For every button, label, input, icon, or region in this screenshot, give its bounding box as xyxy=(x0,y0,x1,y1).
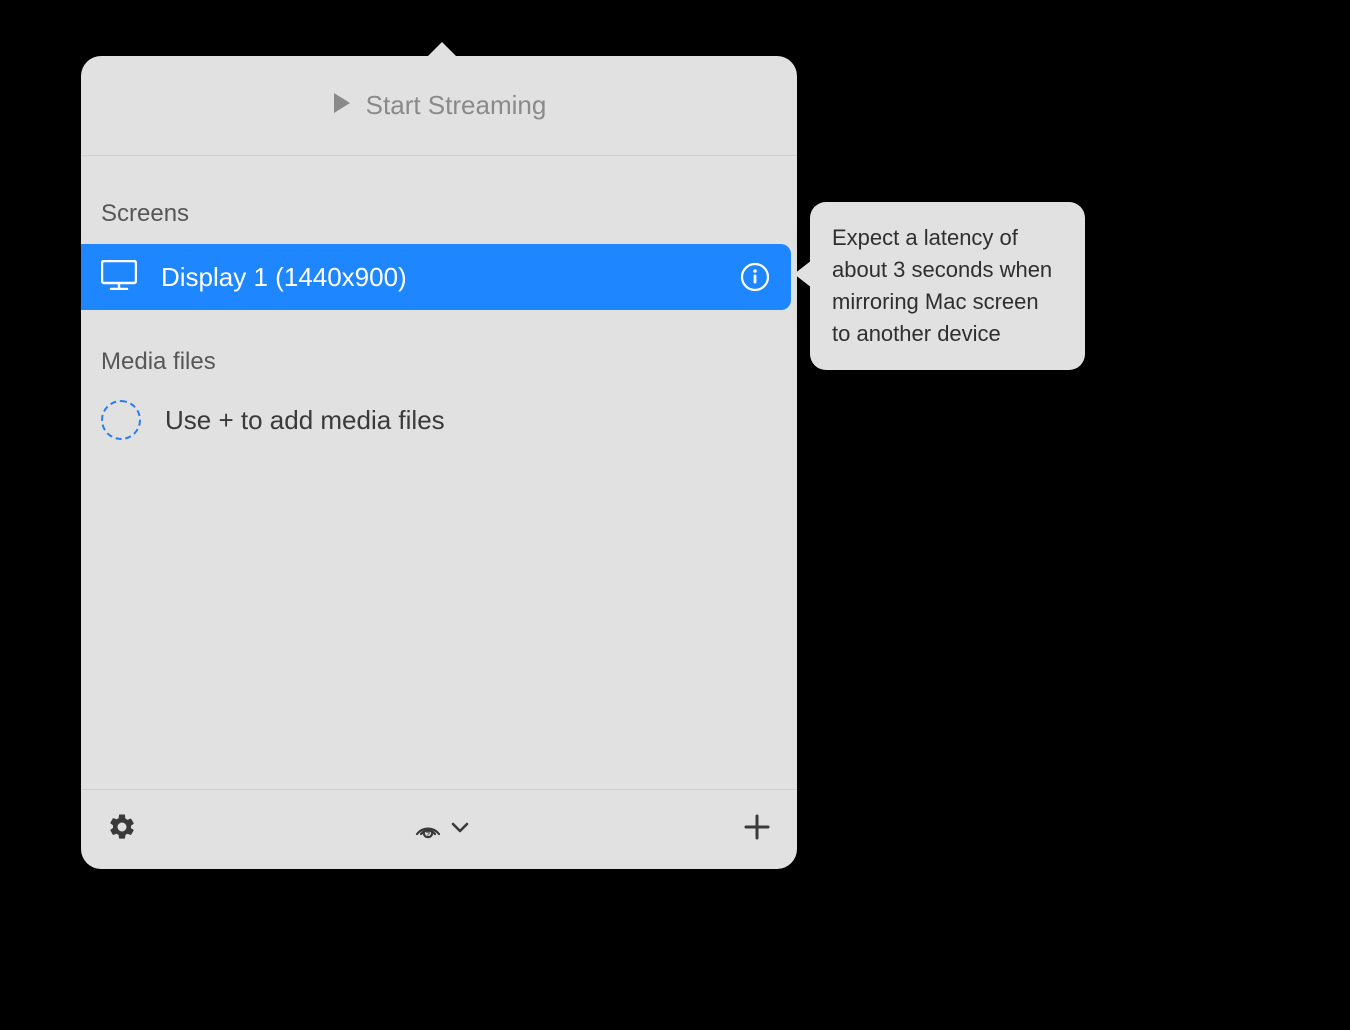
settings-button[interactable] xyxy=(107,812,137,847)
streaming-panel: Start Streaming Screens Display 1 (1440x… xyxy=(81,56,797,869)
screen-row-display1[interactable]: Display 1 (1440x900) xyxy=(81,244,791,310)
media-empty-row: Use + to add media files xyxy=(81,392,797,448)
latency-tooltip: Expect a latency of about 3 seconds when… xyxy=(810,202,1085,370)
add-button[interactable] xyxy=(743,813,771,846)
plus-icon xyxy=(743,813,771,846)
svg-text:?: ? xyxy=(426,832,430,839)
media-section: Media files Use + to add media files xyxy=(81,348,797,448)
display-icon xyxy=(101,260,137,295)
start-streaming-button[interactable]: Start Streaming xyxy=(81,56,797,156)
popover-arrow xyxy=(426,42,458,58)
screen-row-label: Display 1 (1440x900) xyxy=(161,262,739,293)
screens-section-label: Screens xyxy=(81,200,797,228)
info-icon[interactable] xyxy=(739,261,771,293)
tooltip-arrow xyxy=(794,260,812,288)
cast-target-icon: ? xyxy=(411,810,445,849)
gear-icon xyxy=(107,812,137,847)
device-selector-button[interactable]: ? xyxy=(411,810,469,849)
media-hint-label: Use + to add media files xyxy=(165,405,445,436)
panel-footer: ? xyxy=(81,789,797,869)
start-streaming-label: Start Streaming xyxy=(366,90,547,121)
media-section-label: Media files xyxy=(81,348,797,376)
dashed-circle-icon xyxy=(101,400,141,440)
chevron-down-icon xyxy=(451,821,469,839)
tooltip-text: Expect a latency of about 3 seconds when… xyxy=(832,225,1052,346)
play-icon xyxy=(332,92,352,119)
panel-body: Screens Display 1 (1440x900) Media files xyxy=(81,156,797,789)
